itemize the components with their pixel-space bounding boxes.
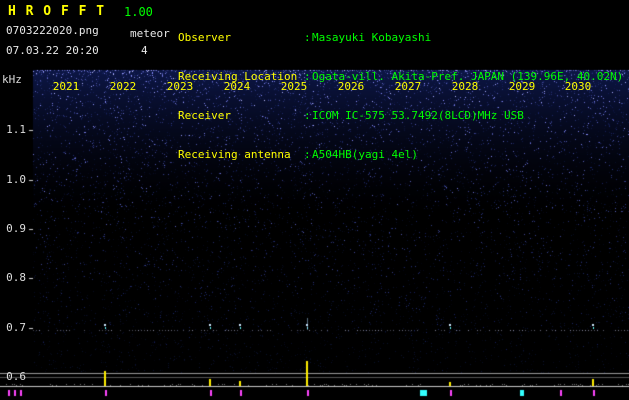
output-filename: 0703222020.png — [6, 24, 99, 37]
x-tick-label: 2024 — [223, 80, 251, 93]
app-version: 1.00 — [124, 5, 153, 19]
y-axis-unit-label: kHz — [2, 73, 22, 86]
x-tick-label: 2030 — [564, 80, 592, 93]
y-tick-label: 0.6 — [6, 370, 26, 383]
x-tick-label: 2025 — [280, 80, 308, 93]
datetime-label: 07.03.22 20:20 — [6, 44, 99, 57]
info-separator: : — [304, 31, 311, 44]
info-separator: : — [304, 148, 311, 161]
x-tick-label: 2023 — [166, 80, 194, 93]
info-label: Receiver — [178, 109, 231, 122]
y-tick-label: 1.0 — [6, 173, 26, 186]
y-tick-label: 0.9 — [6, 222, 26, 235]
app-title: H R O F F T — [8, 4, 106, 19]
echo-count: 4 — [141, 44, 148, 57]
info-label: Observer — [178, 31, 231, 44]
info-separator: : — [304, 109, 311, 122]
hrofft-output-screen: H R O F F T 1.00 0703222020.png meteor 0… — [0, 0, 629, 400]
y-tick-label: 0.7 — [6, 321, 26, 334]
x-tick-label: 2021 — [52, 80, 80, 93]
info-row-observer: Observer:Masayuki Kobayashi — [178, 31, 623, 44]
x-tick-label: 2026 — [337, 80, 365, 93]
info-label: Receiving antenna — [178, 148, 291, 161]
info-row-receiver: Receiver:ICOM IC-575 53.7492(8LCD)MHz US… — [178, 109, 623, 122]
info-row-antenna: Receiving antenna:A504HB(yagi 4el) — [178, 148, 623, 161]
mode-label: meteor — [130, 27, 170, 40]
info-value: ICOM IC-575 53.7492(8LCD)MHz USB — [312, 109, 524, 122]
x-tick-label: 2028 — [451, 80, 479, 93]
x-tick-label: 2029 — [508, 80, 536, 93]
y-tick-label: 1.1 — [6, 123, 26, 136]
x-tick-label: 2022 — [109, 80, 137, 93]
info-value: A504HB(yagi 4el) — [312, 148, 418, 161]
y-tick-label: 0.8 — [6, 271, 26, 284]
x-tick-label: 2027 — [394, 80, 422, 93]
info-value: Masayuki Kobayashi — [312, 31, 432, 44]
observer-info-block: Observer:Masayuki Kobayashi Receiving Lo… — [178, 5, 623, 187]
